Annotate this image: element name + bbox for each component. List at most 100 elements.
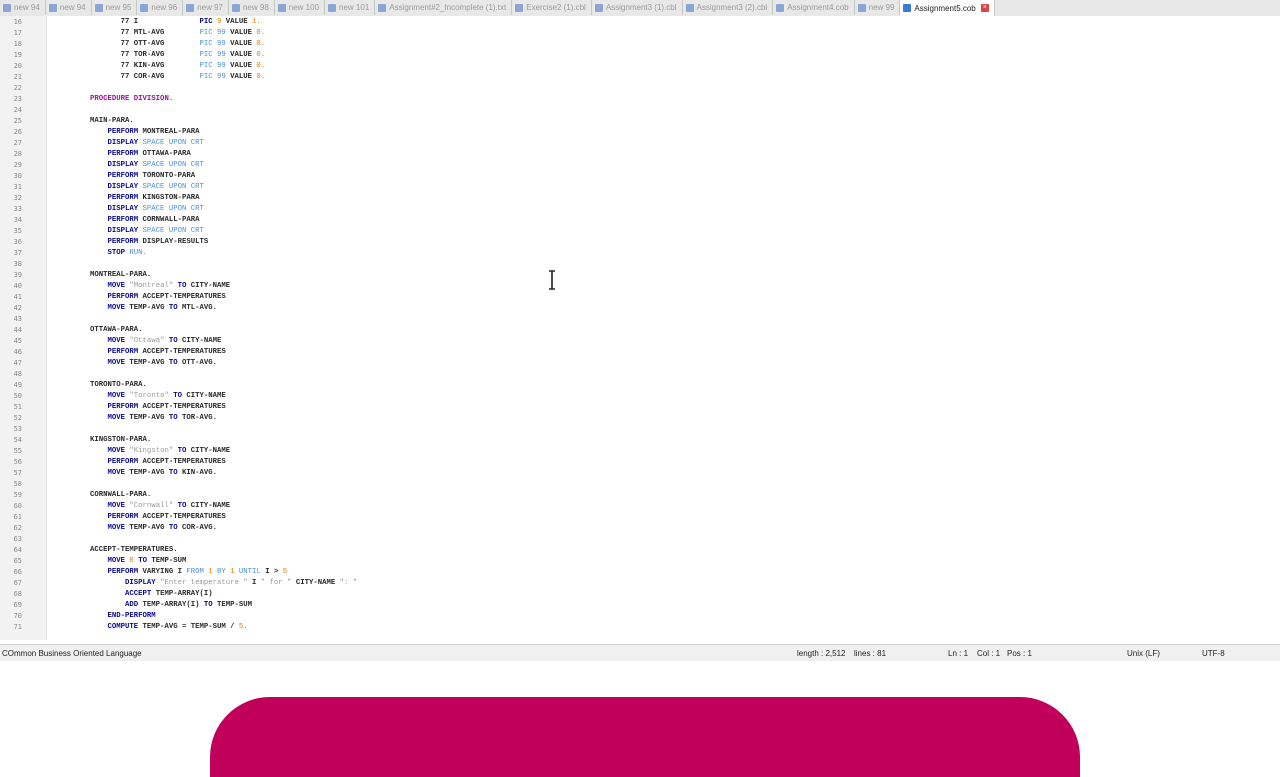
line-number: 71 <box>13 623 22 631</box>
code-text: PERFORM MONTREAL-PARA <box>90 127 200 138</box>
tab-1[interactable]: new 94 <box>46 0 92 15</box>
code-token: TEMP-ARRAY(I) <box>142 601 204 609</box>
tab-9[interactable]: Exercise2 (1).cbl <box>512 0 592 15</box>
code-token: END-PERFORM <box>90 612 156 620</box>
code-line: 22 <box>0 83 1280 94</box>
line-number: 67 <box>13 579 22 587</box>
code-text: KINGSTON-PARA. <box>90 435 151 446</box>
line-number: 30 <box>13 172 22 180</box>
code-token: 0. <box>256 40 266 48</box>
line-number: 26 <box>13 128 22 136</box>
line-number: 70 <box>13 612 22 620</box>
code-text: ADD TEMP-ARRAY(I) TO TEMP-SUM <box>90 600 252 611</box>
code-token: 77 KIN-AVG <box>90 62 200 70</box>
tab-6[interactable]: new 100 <box>275 0 326 15</box>
code-token: UNTIL <box>234 568 266 576</box>
code-text: MOVE TEMP-AVG TO OTT-AVG. <box>90 358 218 369</box>
code-text: OTTAWA-PARA. <box>90 325 143 336</box>
code-token: PERFORM <box>90 172 143 180</box>
code-token: DISPLAY-RESULTS <box>142 238 209 246</box>
code-line: 16 77 I PIC 9 VALUE 1. <box>0 17 1280 28</box>
code-token: CITY-NAME <box>190 282 231 290</box>
code-token: MOVE <box>90 282 130 290</box>
file-icon <box>140 3 149 12</box>
code-token: TEMP-AVG <box>129 304 169 312</box>
language-label[interactable]: COmmon Business Oriented Language <box>2 649 142 658</box>
line-number: 31 <box>13 183 22 191</box>
code-token: CITY-NAME <box>186 392 226 400</box>
line-number: 59 <box>13 491 22 499</box>
eol-format[interactable]: Unix (LF) <box>1127 649 1160 658</box>
line-number: 41 <box>13 293 22 301</box>
code-text: PERFORM CORNWALL-PARA <box>90 215 200 226</box>
code-line: 23 PROCEDURE DIVISION. <box>0 94 1280 105</box>
line-number: 69 <box>13 601 22 609</box>
code-line: 64 ACCEPT-TEMPERATURES. <box>0 545 1280 556</box>
code-line: 17 77 MTL-AVG PIC 99 VALUE 0. <box>0 28 1280 39</box>
line-number: 50 <box>13 392 22 400</box>
tab-2[interactable]: new 95 <box>92 0 138 15</box>
line-number: 23 <box>13 95 22 103</box>
code-token: " for " <box>260 579 292 587</box>
file-icon <box>378 3 387 12</box>
tab-10[interactable]: Assignment3 (1).cbl <box>592 0 683 15</box>
code-token: MONTREAL-PARA. <box>90 271 152 279</box>
tab-12[interactable]: Assignment4.cob <box>773 0 855 15</box>
tab-bar: new 94 new 94 new 95 new 96 new 97 new 98 new … <box>0 0 1280 17</box>
code-token: ACCEPT-TEMPERATURES <box>142 513 226 521</box>
code-line: 67 DISPLAY "Enter temperature " I " for … <box>0 578 1280 589</box>
code-token: "Montreal" <box>129 282 174 290</box>
code-editor[interactable]: 16 77 I PIC 9 VALUE 1. 17 77 MTL-AVG PIC … <box>0 16 1280 640</box>
code-token: SPACE UPON CRT <box>142 139 204 147</box>
code-token: ACCEPT-TEMPERATURES <box>142 458 226 466</box>
tab-5[interactable]: new 98 <box>229 0 275 15</box>
line-number: 44 <box>13 326 22 334</box>
tab-8[interactable]: Assignment#2_Incomplete (1).txt <box>375 0 513 15</box>
tab-label: new 94 <box>14 3 40 12</box>
line-number: 43 <box>13 315 22 323</box>
tab-11[interactable]: Assignment3 (2).cbl <box>683 0 774 15</box>
tab-0[interactable]: new 94 <box>0 0 46 15</box>
code-text: PERFORM OTTAWA-PARA <box>90 149 191 160</box>
code-token: "Toronto" <box>129 392 169 400</box>
code-text: DISPLAY "Enter temperature " I " for " C… <box>90 578 357 589</box>
code-text: DISPLAY SPACE UPON CRT <box>90 182 204 193</box>
code-token: 77 COR-AVG <box>90 73 200 81</box>
line-number: 39 <box>13 271 22 279</box>
code-token: TO <box>168 469 182 477</box>
code-token: TO <box>173 502 191 510</box>
line-number: 54 <box>13 436 22 444</box>
tab-14[interactable]: Assignment5.cob × <box>900 0 995 16</box>
tab-label: Assignment3 (1).cbl <box>605 3 677 12</box>
tab-7[interactable]: new 101 <box>325 0 376 15</box>
code-token: 77 OTT-AVG <box>90 40 200 48</box>
file-icon <box>231 3 240 12</box>
code-text: ACCEPT TEMP-ARRAY(I) <box>90 589 213 600</box>
code-token: MOVE <box>90 359 130 367</box>
line-number: 46 <box>13 348 22 356</box>
code-token: PERFORM <box>90 293 143 301</box>
encoding-label[interactable]: UTF-8 <box>1202 649 1225 658</box>
close-tab-icon[interactable]: × <box>980 4 989 12</box>
tab-4[interactable]: new 97 <box>183 0 229 15</box>
file-icon <box>903 4 912 12</box>
code-token: 77 TOR-AVG <box>90 51 200 59</box>
status-bar: COmmon Business Oriented Language length… <box>0 644 1280 661</box>
code-token: DISPLAY <box>90 227 143 235</box>
code-line: 32 PERFORM KINGSTON-PARA <box>0 193 1280 204</box>
code-token: TEMP-AVG <box>129 524 169 532</box>
code-token: RUN. <box>129 249 147 257</box>
code-line: 55 MOVE "Kingston" TO CITY-NAME <box>0 446 1280 457</box>
code-token: TEMP-AVG <box>129 414 169 422</box>
code-line: 35 DISPLAY SPACE UPON CRT <box>0 226 1280 237</box>
line-number: 20 <box>13 62 22 70</box>
tab-3[interactable]: new 96 <box>137 0 184 15</box>
code-token: CITY-NAME <box>291 579 340 587</box>
code-token: 1. <box>252 18 261 26</box>
file-icon <box>277 3 286 12</box>
tab-13[interactable]: new 99 <box>855 0 901 15</box>
line-number: 19 <box>13 51 22 59</box>
line-number: 47 <box>13 359 22 367</box>
file-icon <box>328 3 337 12</box>
line-number: 48 <box>13 370 22 378</box>
